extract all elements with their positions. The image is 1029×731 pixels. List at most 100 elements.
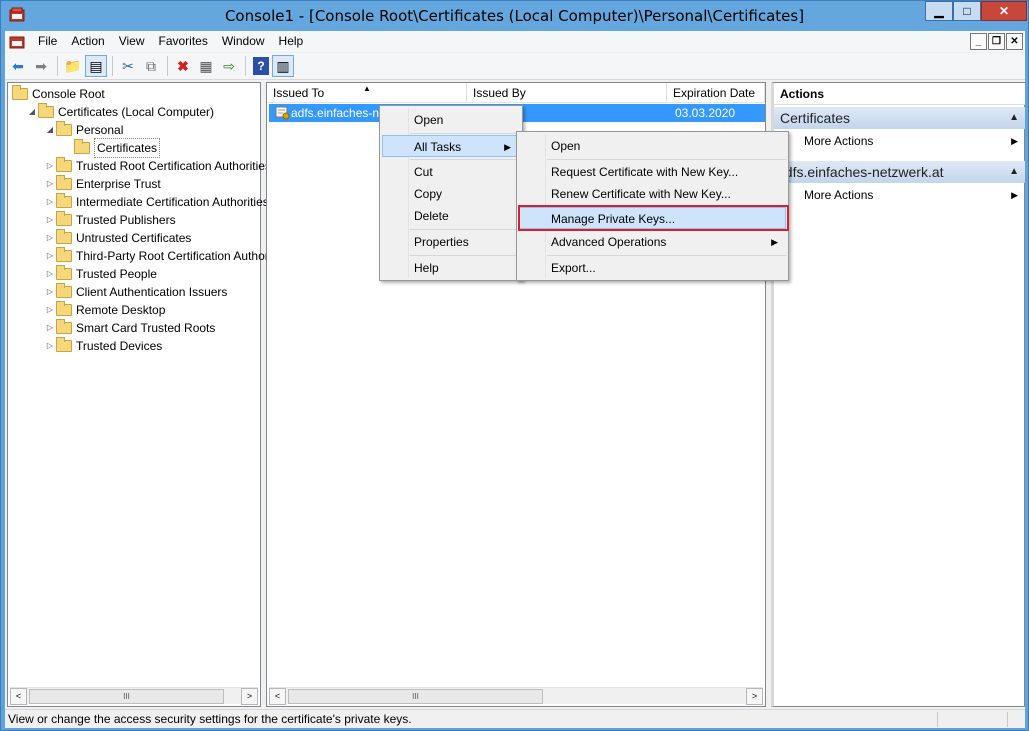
menu-separator — [547, 159, 787, 160]
scroll-thumb[interactable]: III — [29, 688, 224, 704]
menu-action[interactable]: Action — [64, 31, 111, 52]
folder-icon — [56, 337, 72, 352]
submenu-item-advanced-operations[interactable]: Advanced Operations ▶ — [519, 231, 786, 253]
more-actions-certificates[interactable]: More Actions ▶ — [804, 132, 1024, 150]
help-icon[interactable]: ? — [253, 57, 269, 75]
list-horizontal-scrollbar[interactable]: < III > — [269, 687, 763, 705]
tree-item[interactable]: ◢ Personal — [44, 121, 123, 139]
tree-item-label: Intermediate Certification Authorities — [76, 195, 269, 209]
back-arrow-icon[interactable]: ⬅ — [7, 55, 29, 77]
toolbar-separator — [167, 56, 168, 76]
tree-item[interactable]: ▷ Remote Desktop — [44, 301, 165, 319]
actions-section-certificate[interactable]: adfs.einfaches-netzwerk.at ▲ — [774, 161, 1025, 183]
scroll-right-button[interactable]: > — [746, 687, 763, 705]
submenu-item-open[interactable]: Open — [519, 135, 786, 157]
collapse-up-icon[interactable]: ▲ — [1009, 161, 1019, 183]
up-folder-icon[interactable]: 📁 — [62, 55, 84, 77]
toolbar-separator — [245, 56, 246, 76]
expand-arrow-icon[interactable]: ▷ — [44, 211, 56, 229]
more-actions-certificate[interactable]: More Actions ▶ — [804, 186, 1024, 204]
submenu-item-request-certificate[interactable]: Request Certificate with New Key... — [519, 161, 786, 183]
actions-section-certificates[interactable]: Certificates ▲ — [774, 107, 1025, 129]
tree-item[interactable]: ▷ Enterprise Trust — [44, 175, 161, 193]
menu-item-delete[interactable]: Delete — [382, 205, 520, 227]
expand-arrow-icon[interactable]: ▷ — [44, 265, 56, 283]
collapse-arrow-icon[interactable]: ◢ — [26, 103, 38, 121]
copy-icon[interactable]: ⧉ — [140, 55, 162, 77]
expand-arrow-icon[interactable]: ▷ — [44, 337, 56, 355]
expand-arrow-icon[interactable]: ▷ — [44, 193, 56, 211]
menu-item-help[interactable]: Help — [382, 257, 520, 279]
export-icon[interactable]: ⇨ — [218, 55, 240, 77]
folder-icon — [56, 121, 72, 136]
submenu-arrow-icon: ▶ — [771, 237, 778, 247]
scroll-left-button[interactable]: < — [269, 687, 286, 705]
scroll-thumb[interactable]: III — [288, 688, 543, 704]
sort-ascending-icon: ▲ — [363, 84, 371, 93]
mdi-restore-button[interactable]: ❐ — [988, 33, 1005, 50]
maximize-button[interactable]: □ — [953, 1, 981, 21]
menu-item-properties[interactable]: Properties — [382, 231, 520, 253]
tree-item[interactable]: ▷ Smart Card Trusted Roots — [44, 319, 215, 337]
expand-arrow-icon[interactable]: ▷ — [44, 175, 56, 193]
cut-icon[interactable]: ✂ — [117, 55, 139, 77]
column-label: Issued To — [273, 86, 325, 100]
properties-icon[interactable]: ▦ — [195, 55, 217, 77]
menu-item-copy[interactable]: Copy — [382, 183, 520, 205]
minimize-button[interactable]: ▁ — [925, 1, 953, 21]
close-button[interactable]: ✕ — [981, 1, 1027, 21]
show-tree-icon[interactable]: ▤ — [85, 55, 107, 77]
menu-separator — [410, 229, 520, 230]
menu-view[interactable]: View — [112, 31, 152, 52]
tree-item[interactable]: ▷ Trusted Root Certification Authorities — [44, 157, 271, 175]
expand-arrow-icon[interactable]: ▷ — [44, 247, 56, 265]
menu-favorites[interactable]: Favorites — [152, 31, 215, 52]
delete-icon[interactable]: ✖ — [172, 55, 194, 77]
column-header-issued-to[interactable]: Issued To ▲ — [267, 83, 467, 103]
menu-item-open[interactable]: Open — [382, 109, 520, 131]
expand-arrow-icon[interactable]: ▷ — [44, 301, 56, 319]
menu-item-all-tasks[interactable]: All Tasks ▶ — [382, 135, 520, 157]
column-header-issued-by[interactable]: Issued By — [467, 83, 667, 103]
tree-item[interactable]: ▷ Client Authentication Issuers — [44, 283, 227, 301]
tree-item[interactable]: ▷ Intermediate Certification Authorities — [44, 193, 269, 211]
menu-file[interactable]: File — [31, 31, 64, 52]
tree-item[interactable]: Certificates — [62, 138, 161, 158]
menu-help[interactable]: Help — [272, 31, 311, 52]
cell-issued-to: adfs.einfaches-ne — [291, 106, 386, 120]
expand-arrow-icon[interactable]: ▷ — [44, 157, 56, 175]
menu-item-cut[interactable]: Cut — [382, 161, 520, 183]
expand-arrow-icon[interactable]: ▷ — [44, 229, 56, 247]
tree-item[interactable]: ◢ Certificates (Local Computer) — [26, 103, 214, 121]
tree-item-label: Console Root — [32, 87, 105, 101]
tree-item-label: Trusted Publishers — [76, 213, 176, 227]
menu-window[interactable]: Window — [215, 31, 272, 52]
forward-arrow-icon[interactable]: ➡ — [30, 55, 52, 77]
console-tree-pane: < III > Console Root ◢ Certificates (Local… — [7, 82, 290, 707]
submenu-item-renew-certificate[interactable]: Renew Certificate with New Key... — [519, 183, 786, 205]
tree-item[interactable]: ▷ Trusted Devices — [44, 337, 162, 355]
show-action-pane-icon[interactable]: ▥ — [272, 55, 294, 77]
status-separator — [937, 712, 938, 727]
tree-item[interactable]: ▷ Trusted People — [44, 265, 157, 283]
toolbar: ⬅ ➡ 📁 ▤ ✂ ⧉ ✖ ▦ ⇨ ? ▥ — [5, 53, 1025, 80]
console-icon[interactable] — [9, 34, 25, 50]
tree-item[interactable]: ▷ Third-Party Root Certification Authorit… — [44, 247, 290, 265]
tree-item[interactable]: ▷ Trusted Publishers — [44, 211, 176, 229]
collapse-arrow-icon[interactable]: ◢ — [44, 121, 56, 139]
column-header-expiration-date[interactable]: Expiration Date — [667, 83, 765, 103]
tree-item[interactable]: Console Root — [12, 85, 105, 103]
mdi-minimize-button[interactable]: _ — [970, 33, 987, 50]
title-bar[interactable]: Console1 - [Console Root\Certificates (L… — [1, 1, 1028, 31]
tree-item[interactable]: ▷ Untrusted Certificates — [44, 229, 191, 247]
scroll-left-button[interactable]: < — [10, 687, 27, 705]
tree-horizontal-scrollbar[interactable]: < III > — [10, 687, 258, 705]
submenu-item-export[interactable]: Export... — [519, 257, 786, 279]
folder-icon — [56, 283, 72, 298]
mdi-close-button[interactable]: ✕ — [1006, 33, 1023, 50]
expand-arrow-icon[interactable]: ▷ — [44, 283, 56, 301]
expand-arrow-icon[interactable]: ▷ — [44, 319, 56, 337]
tree-item-label: Client Authentication Issuers — [76, 285, 228, 299]
scroll-right-button[interactable]: > — [241, 687, 258, 705]
collapse-up-icon[interactable]: ▲ — [1009, 107, 1019, 129]
